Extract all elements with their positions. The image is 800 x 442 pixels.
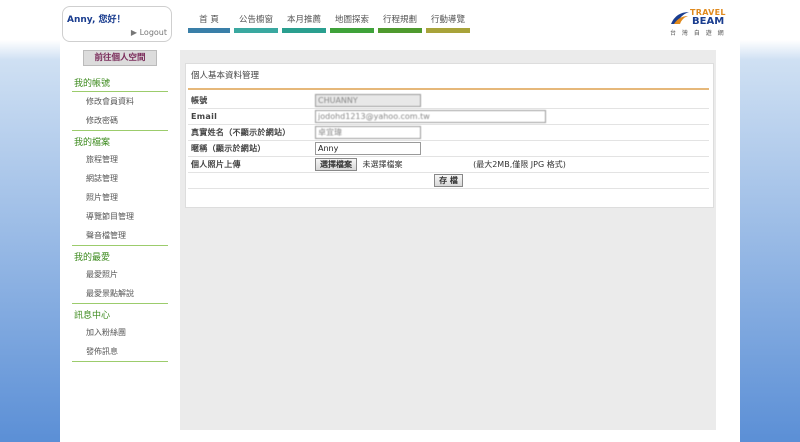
nav-item-label: 行程規劃: [382, 15, 417, 25]
panel-title: 個人基本資料管理: [191, 71, 260, 81]
no-file-text: 未選擇檔案: [362, 160, 403, 169]
travelbeam-logo[interactable]: TRAVEL BEAM 台 灣 自 遊 網: [670, 8, 732, 37]
panel-divider: [188, 88, 709, 90]
nav-item-label: 行動導覽: [430, 15, 465, 25]
profile-form: 帳號 CHUANNY Email jodohd1213@yahoo.com.tw…: [188, 93, 709, 189]
nav-bar: [330, 28, 374, 33]
nav-bar: [188, 28, 230, 33]
photo-label: 個人照片上傳: [188, 156, 312, 173]
section-title-my-account: 我的帳號: [72, 72, 168, 92]
logo-text-beam: BEAM: [692, 16, 725, 27]
nickname-label: 暱稱（顯示於網站）: [188, 140, 312, 157]
sidebar-item-blogs[interactable]: 網誌管理: [72, 169, 168, 188]
sidebar-item-change-password[interactable]: 修改密碼: [72, 111, 168, 131]
page: Anny, 您好！ ▶ Logout 首 頁 公告櫥窗 本月推薦 地圖探索 行程…: [60, 0, 740, 442]
sidebar: 前往個人空間 我的帳號 修改會員資料 修改密碼 我的檔案 旅程管理 網誌管理 照…: [72, 50, 168, 362]
sidebar-item-join-fans[interactable]: 加入粉絲團: [72, 323, 168, 342]
form-row-email: Email jodohd1213@yahoo.com.tw: [188, 108, 709, 125]
sidebar-item-photos[interactable]: 照片管理: [72, 188, 168, 207]
sidebar-item-post-message[interactable]: 發佈訊息: [72, 342, 168, 362]
nav-item-home[interactable]: 首 頁: [188, 10, 230, 33]
logout-link[interactable]: ▶ Logout: [131, 28, 167, 37]
go-personal-space-button[interactable]: 前往個人空間: [83, 50, 157, 66]
logo-swoosh-icon: [671, 12, 689, 24]
save-button[interactable]: 存 檔: [434, 174, 463, 187]
email-field[interactable]: jodohd1213@yahoo.com.tw: [315, 110, 546, 123]
nav-item-monthly-picks[interactable]: 本月推薦: [282, 10, 326, 33]
main-content: 個人基本資料管理 帳號 CHUANNY Email jodohd1213@yah…: [180, 50, 716, 430]
realname-field[interactable]: 卓宜瑋: [315, 126, 421, 139]
realname-label: 真實姓名（不顯示於網站）: [188, 124, 312, 141]
sidebar-item-guide-programs[interactable]: 導覽節目管理: [72, 207, 168, 226]
nav-item-announcements[interactable]: 公告櫥窗: [234, 10, 278, 33]
form-row-account: 帳號 CHUANNY: [188, 93, 709, 109]
email-label: Email: [188, 108, 312, 125]
form-row-realname: 真實姓名（不顯示於網站） 卓宜瑋: [188, 124, 709, 141]
nav-item-trip-planning[interactable]: 行程規劃: [378, 10, 422, 33]
nav-item-label: 公告櫥窗: [238, 15, 273, 25]
user-box: Anny, 您好！ ▶ Logout: [62, 6, 172, 42]
sidebar-item-audio-files[interactable]: 聲音檔管理: [72, 226, 168, 246]
nav-item-label: 地圖探索: [334, 15, 369, 25]
sidebar-item-favorite-photos[interactable]: 最愛照片: [72, 265, 168, 284]
main-nav: 首 頁 公告櫥窗 本月推薦 地圖探索 行程規劃 行動導覽: [188, 10, 474, 33]
account-field: CHUANNY: [315, 94, 421, 107]
nav-bar: [426, 28, 470, 33]
nav-item-label: 本月推薦: [286, 15, 321, 25]
sidebar-item-edit-profile[interactable]: 修改會員資料: [72, 92, 168, 111]
nav-item-label: 首 頁: [199, 15, 219, 25]
form-row-nickname: 暱稱（顯示於網站） Anny: [188, 140, 709, 157]
nickname-field[interactable]: Anny: [315, 142, 421, 155]
account-label: 帳號: [188, 93, 312, 109]
nav-bar: [282, 28, 326, 33]
user-greeting: Anny, 您好！: [67, 15, 126, 25]
nav-item-mobile-guide[interactable]: 行動導覽: [426, 10, 470, 33]
nav-bar: [378, 28, 422, 33]
sidebar-item-favorite-spots[interactable]: 最愛景點解說: [72, 284, 168, 304]
section-title-my-files: 我的檔案: [74, 138, 111, 148]
nav-bar: [234, 28, 278, 33]
section-title-favorites: 我的最愛: [74, 253, 111, 263]
profile-panel: 個人基本資料管理 帳號 CHUANNY Email jodohd1213@yah…: [185, 63, 714, 208]
logo-text-chinese: 台 灣 自 遊 網: [670, 30, 726, 37]
form-row-save: 存 檔: [188, 172, 709, 189]
sidebar-item-trips[interactable]: 旅程管理: [72, 150, 168, 169]
choose-file-button[interactable]: 選擇檔案: [315, 158, 357, 171]
section-title-messages: 訊息中心: [74, 311, 111, 321]
file-hint: (最大2MB,僅限 JPG 格式): [473, 160, 566, 169]
form-row-photo: 個人照片上傳 選擇檔案 未選擇檔案 (最大2MB,僅限 JPG 格式): [188, 156, 709, 173]
nav-item-map-explore[interactable]: 地圖探索: [330, 10, 374, 33]
